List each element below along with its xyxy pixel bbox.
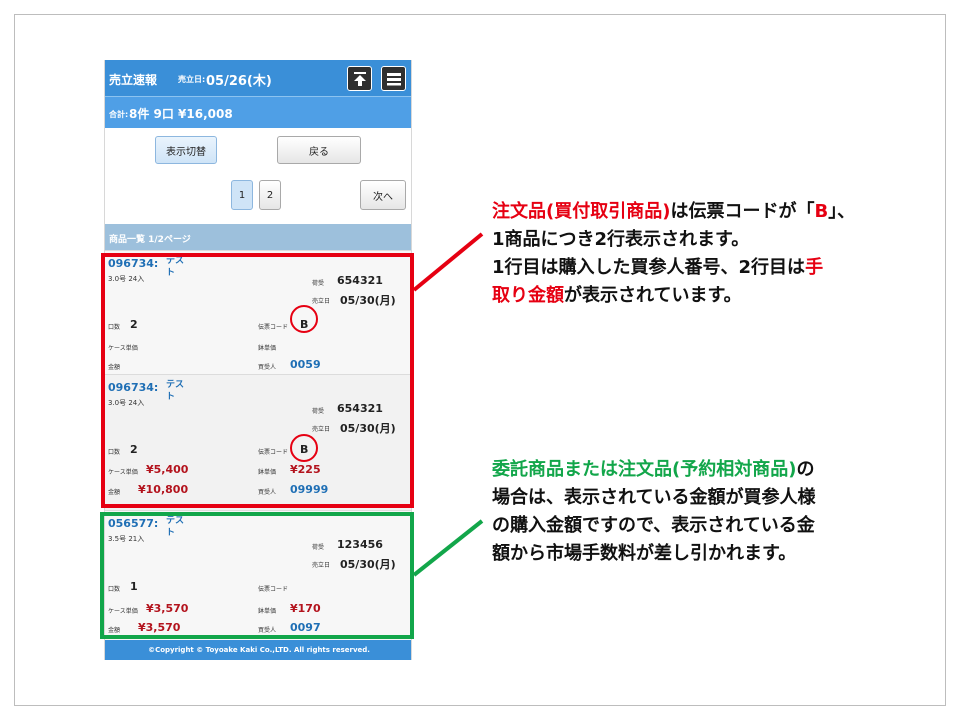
order-item-annotation: 注文品(買付取引商品)は伝票コードが「B」、 1商品につき2行表示されます。 1… — [492, 201, 856, 306]
callout-connectors — [412, 232, 484, 577]
red-callout-line — [412, 232, 484, 292]
consignment-annotation: 委託商品または注文品(予約相対商品)の 場合は、表示されている金額が買参人様 の… — [492, 459, 816, 564]
green-callout-line — [412, 519, 484, 577]
